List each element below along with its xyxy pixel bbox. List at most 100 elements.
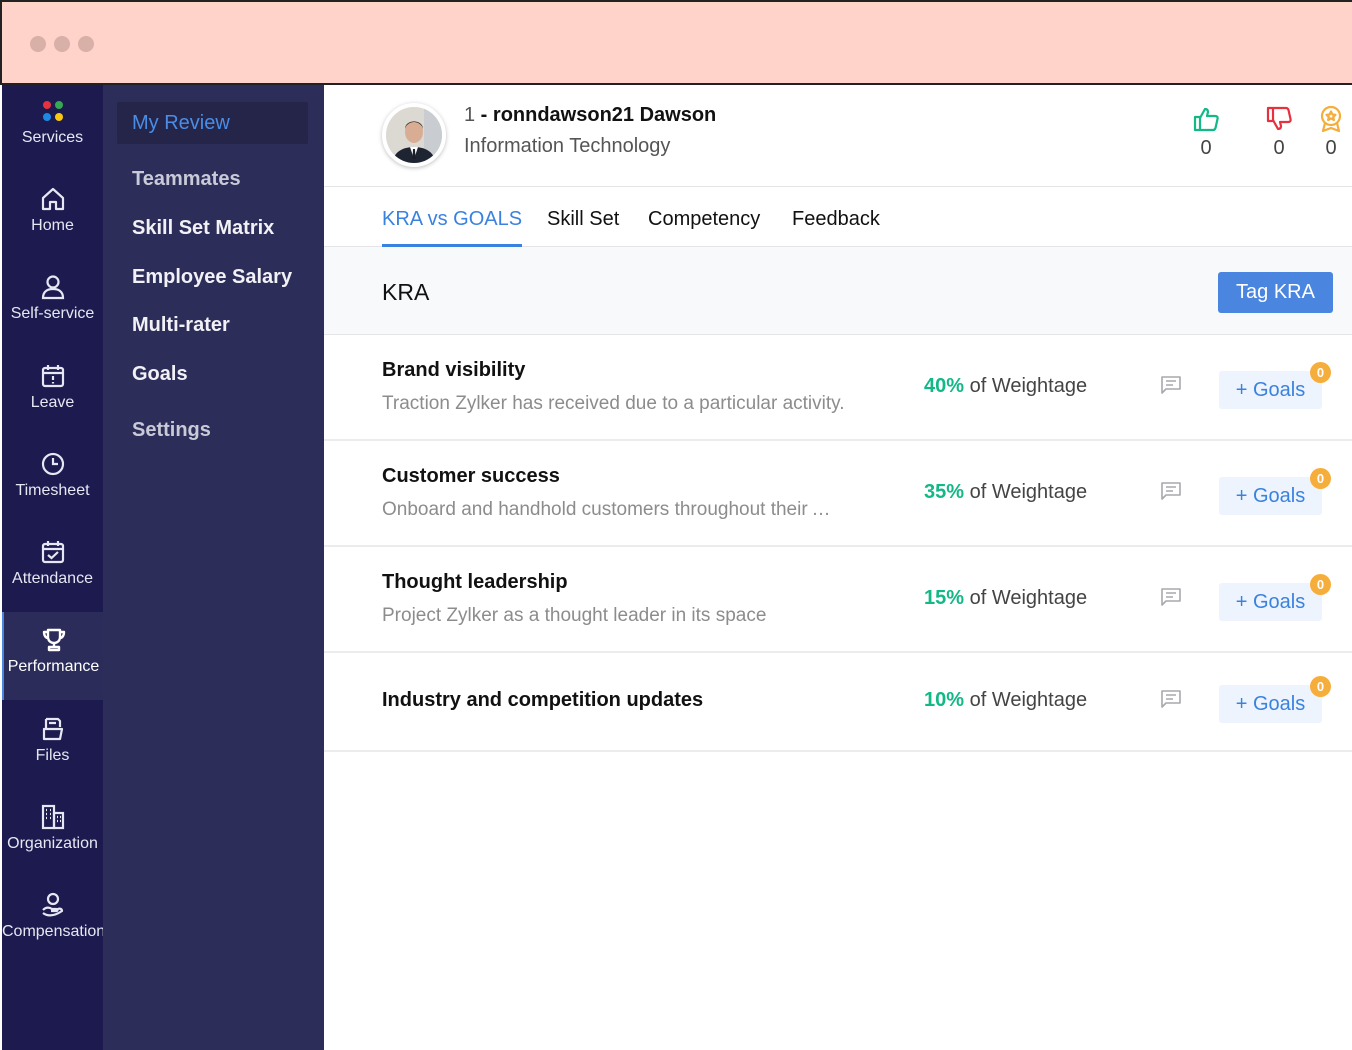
- submenu-item-settings[interactable]: Settings: [117, 409, 308, 451]
- rail-item-label: Attendance: [12, 570, 93, 587]
- weight-label: of Weightage: [964, 587, 1088, 609]
- employee-name: 1 - ronndawson21 Dawson: [464, 104, 716, 127]
- submenu-item-multi-rater[interactable]: Multi-rater: [117, 304, 308, 346]
- name-separator: -: [475, 104, 493, 126]
- employee-id: 1: [464, 104, 476, 126]
- weight-label: of Weightage: [964, 481, 1088, 503]
- kra-description: Onboard and handhold customers throughou…: [382, 499, 831, 520]
- window-maximize-button[interactable]: [78, 36, 94, 52]
- rail-item-label: Timesheet: [15, 482, 90, 499]
- weight-percent: 15%: [924, 587, 965, 609]
- submenu-item-my-review[interactable]: My Review: [117, 102, 308, 144]
- submenu-item-goals[interactable]: Goals: [117, 353, 308, 395]
- user-icon: [41, 275, 64, 300]
- rail-item-label: Organization: [7, 835, 98, 852]
- tab-kra-vs-goals[interactable]: KRA vs GOALS: [382, 208, 523, 247]
- weight-label: of Weightage: [964, 689, 1088, 711]
- files-icon: [42, 717, 63, 741]
- rail-item-self-service[interactable]: Self-service: [2, 273, 103, 361]
- app-rail: Services Home Self-service Leave Timeshe…: [2, 85, 103, 1050]
- rail-item-label: Compensation: [2, 923, 103, 940]
- add-goals-button[interactable]: + Goals: [1219, 685, 1322, 723]
- comment-icon[interactable]: [1160, 587, 1182, 607]
- weight-percent: 35%: [924, 481, 965, 503]
- avatar[interactable]: [382, 103, 446, 167]
- rail-item-label: Home: [31, 217, 74, 234]
- likes-stat[interactable]: 0: [1191, 105, 1221, 160]
- rail-item-label: Self-service: [10, 305, 95, 322]
- kra-row: Customer success Onboard and handhold cu…: [324, 441, 1352, 547]
- employee-department: Information Technology: [464, 135, 671, 157]
- kra-weightage: 15% of Weightage: [924, 587, 1087, 610]
- rail-item-compensation[interactable]: Compensation: [2, 891, 103, 979]
- kra-row: Industry and competition updates 10% of …: [324, 653, 1352, 752]
- kra-title[interactable]: Thought leadership: [382, 571, 568, 594]
- comment-icon[interactable]: [1160, 689, 1182, 709]
- tab-competency[interactable]: Competency: [648, 208, 760, 247]
- services-grid-icon: [42, 101, 63, 121]
- weight-percent: 40%: [924, 375, 965, 397]
- window-close-button[interactable]: [30, 36, 46, 52]
- kra-title[interactable]: Customer success: [382, 465, 560, 488]
- goal-count-badge: 0: [1310, 468, 1331, 489]
- tab-feedback[interactable]: Feedback: [792, 208, 880, 247]
- submenu-item-employee-salary[interactable]: Employee Salary: [117, 256, 308, 298]
- building-icon: [41, 804, 64, 830]
- review-tabs: KRA vs GOALS Skill Set Competency Feedba…: [324, 187, 1352, 247]
- rail-item-leave[interactable]: Leave: [2, 362, 103, 450]
- dislikes-stat[interactable]: 0: [1264, 105, 1294, 160]
- awards-count: 0: [1325, 137, 1337, 159]
- add-goals-button[interactable]: + Goals: [1219, 371, 1322, 409]
- goal-count-badge: 0: [1310, 574, 1331, 595]
- dislikes-count: 0: [1273, 137, 1285, 159]
- hand-coin-icon: [41, 892, 63, 917]
- submenu-item-skill-set-matrix[interactable]: Skill Set Matrix: [117, 207, 308, 249]
- kra-row: Thought leadership Project Zylker as a t…: [324, 547, 1352, 653]
- tab-skill-set[interactable]: Skill Set: [547, 208, 619, 247]
- rail-item-performance[interactable]: Performance: [2, 612, 103, 700]
- thumbs-down-icon: [1266, 106, 1292, 131]
- submenu-item-teammates[interactable]: Teammates: [117, 158, 308, 200]
- window-minimize-button[interactable]: [54, 36, 70, 52]
- goal-count-badge: 0: [1310, 362, 1331, 383]
- weight-label: of Weightage: [964, 375, 1088, 397]
- employee-profile-header: 1 - ronndawson21 Dawson Information Tech…: [324, 85, 1352, 187]
- clock-icon: [41, 452, 64, 476]
- awards-stat[interactable]: 0: [1316, 105, 1346, 160]
- tag-kra-button[interactable]: Tag KRA: [1218, 272, 1333, 313]
- kra-weightage: 40% of Weightage: [924, 375, 1087, 398]
- rail-item-services[interactable]: Services: [2, 97, 103, 185]
- rail-item-organization[interactable]: Organization: [2, 803, 103, 891]
- kra-title[interactable]: Brand visibility: [382, 359, 525, 382]
- kra-row: Brand visibility Traction Zylker has rec…: [324, 335, 1352, 441]
- kra-title[interactable]: Industry and competition updates: [382, 689, 703, 712]
- add-goals-button[interactable]: + Goals: [1219, 583, 1322, 621]
- calendar-check-icon: [41, 541, 64, 564]
- rail-item-label: Services: [21, 129, 84, 146]
- kra-weightage: 10% of Weightage: [924, 689, 1087, 712]
- window-titlebar: [0, 0, 1352, 85]
- rail-item-home[interactable]: Home: [2, 185, 103, 273]
- thumbs-up-icon: [1193, 107, 1219, 132]
- trophy-icon: [42, 628, 65, 652]
- rail-item-label: Performance: [7, 658, 100, 675]
- calendar-alert-icon: [41, 365, 64, 388]
- rail-item-label: Files: [35, 747, 70, 764]
- rail-item-timesheet[interactable]: Timesheet: [2, 450, 103, 538]
- comment-icon[interactable]: [1160, 481, 1182, 501]
- kra-description: Traction Zylker has received due to a pa…: [382, 393, 845, 414]
- weight-percent: 10%: [924, 689, 965, 711]
- home-icon: [41, 187, 64, 211]
- rail-item-files[interactable]: Files: [2, 715, 103, 803]
- kra-section-title: KRA: [382, 279, 430, 305]
- kra-weightage: 35% of Weightage: [924, 481, 1087, 504]
- main-content: 1 - ronndawson21 Dawson Information Tech…: [324, 85, 1352, 1050]
- add-goals-button[interactable]: + Goals: [1219, 477, 1322, 515]
- comment-icon[interactable]: [1160, 375, 1182, 395]
- performance-submenu: My Review Teammates Skill Set Matrix Emp…: [103, 85, 324, 1050]
- kra-description: Project Zylker as a thought leader in it…: [382, 605, 767, 626]
- avatar-photo: [386, 107, 442, 163]
- likes-count: 0: [1200, 137, 1212, 159]
- goal-count-badge: 0: [1310, 676, 1331, 697]
- award-icon: [1320, 105, 1342, 133]
